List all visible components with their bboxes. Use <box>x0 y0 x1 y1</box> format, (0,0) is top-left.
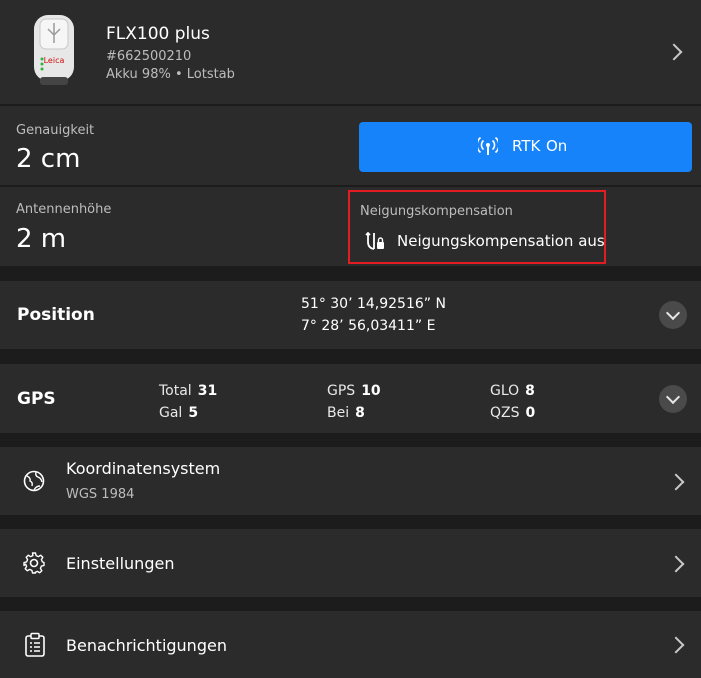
gps-stat: Gal 5 <box>159 405 199 421</box>
coordinate-system-label: Koordinatensystem <box>66 459 221 478</box>
tilt-label: Neigungskompensation <box>360 204 513 219</box>
accuracy-value: 2 cm <box>16 144 81 174</box>
coordinate-system-item[interactable]: Koordinatensystem WGS 1984 <box>0 447 701 515</box>
device-status: Akku 98% • Lotstab <box>106 67 235 82</box>
clipboard-icon <box>24 632 46 662</box>
expand-chevron-icon[interactable] <box>659 301 687 329</box>
tilt-off-icon <box>364 230 386 256</box>
tilt-value: Neigungskompensation aus <box>397 232 605 250</box>
gps-stat: GPS 10 <box>327 383 381 399</box>
gps-stat: Total 31 <box>159 383 218 399</box>
accuracy-card: Genauigkeit 2 cm RTK On <box>0 106 701 185</box>
coordinate-system-value: WGS 1984 <box>66 487 135 502</box>
notifications-label: Benachrichtigungen <box>66 636 227 655</box>
device-image: Leica <box>30 13 78 87</box>
gps-card[interactable]: GPS Total 31 GPS 10 GLO 8 Gal 5 Bei 8 QZS 0 <box>0 364 701 433</box>
position-card[interactable]: Position 51° 30’ 14,92516” N 7° 28’ 56,0… <box>0 281 701 349</box>
gps-title: GPS <box>17 389 56 409</box>
expand-chevron-icon[interactable] <box>659 385 687 413</box>
chevron-right-icon[interactable] <box>667 636 685 654</box>
settings-label: Einstellungen <box>66 554 175 573</box>
rtk-button[interactable]: RTK On <box>359 122 692 172</box>
device-name: FLX100 plus <box>106 24 210 44</box>
latitude-value: 51° 30’ 14,92516” N <box>301 296 446 312</box>
gps-stat: Bei 8 <box>327 405 365 421</box>
tilt-compensation-box[interactable]: Neigungskompensation Neigungskompensatio… <box>348 190 606 264</box>
settings-item[interactable]: Einstellungen <box>0 529 701 597</box>
longitude-value: 7° 28’ 56,03411” E <box>301 318 436 334</box>
svg-text:Leica: Leica <box>44 56 65 65</box>
antenna-value: 2 m <box>16 224 67 254</box>
device-card[interactable]: Leica FLX100 plus #662500210 Akku 98% • … <box>0 0 701 104</box>
notifications-item[interactable]: Benachrichtigungen <box>0 611 701 678</box>
antenna-card: Antennenhöhe 2 m Neigungskompensation Ne… <box>0 187 701 266</box>
position-title: Position <box>17 305 95 325</box>
rtk-label: RTK <box>512 137 541 155</box>
antenna-signal-icon <box>476 136 500 160</box>
chevron-right-icon[interactable] <box>667 555 685 573</box>
gps-stat: QZS 0 <box>490 405 536 421</box>
accuracy-label: Genauigkeit <box>16 123 95 138</box>
gear-icon <box>22 551 46 579</box>
rtk-state: On <box>546 137 568 155</box>
gps-stat: GLO 8 <box>490 383 535 399</box>
device-serial: #662500210 <box>106 49 192 64</box>
chevron-right-icon[interactable] <box>665 43 683 61</box>
antenna-label: Antennenhöhe <box>16 202 112 217</box>
chevron-right-icon[interactable] <box>667 473 685 491</box>
globe-icon <box>22 469 46 497</box>
